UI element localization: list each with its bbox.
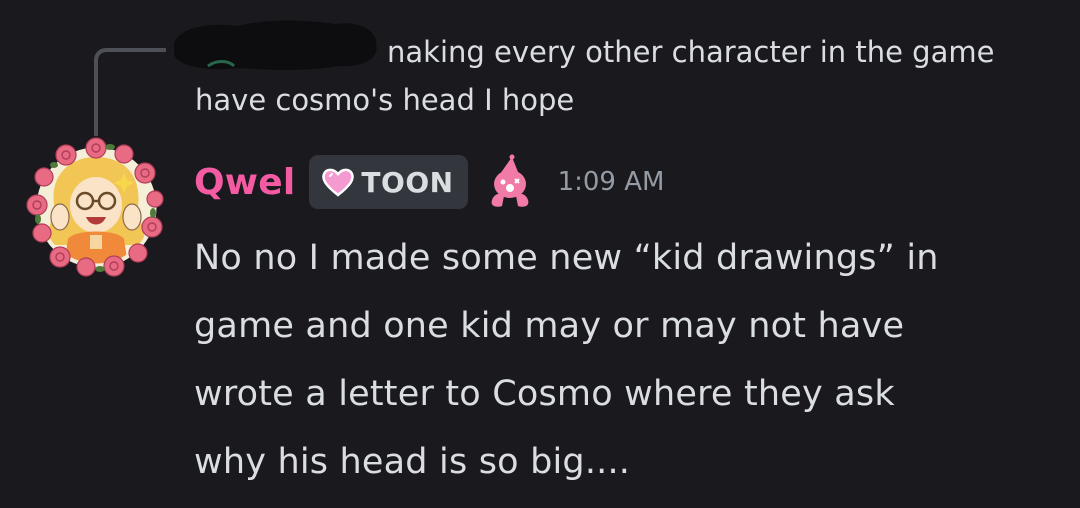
message-line: game and one kid may or may not have: [194, 306, 905, 346]
message-line: why his head is so big....: [194, 442, 631, 482]
message-timestamp[interactable]: 1:09 AM: [558, 167, 665, 197]
username[interactable]: Qwel: [194, 162, 295, 203]
reply-text-line[interactable]: naking every other character in the game: [387, 30, 994, 74]
tag-label: TOON: [361, 165, 454, 199]
reply-text-line[interactable]: have cosmo's head I hope: [195, 78, 574, 122]
reply-connector-line: [94, 48, 166, 136]
pink-heart-icon: [322, 168, 355, 197]
message-line: wrote a letter to Cosmo where they ask: [194, 374, 895, 414]
server-tag[interactable]: TOON: [309, 155, 468, 209]
message-header: Qwel TOON 1:09 AM: [194, 152, 664, 212]
user-avatar[interactable]: [24, 135, 169, 280]
message-content[interactable]: No no I made some new “kid drawings” in …: [194, 224, 1064, 496]
redacted-reply-author: [174, 20, 377, 70]
pink-clown-icon[interactable]: [482, 154, 538, 210]
message-line: No no I made some new “kid drawings” in: [194, 238, 939, 278]
